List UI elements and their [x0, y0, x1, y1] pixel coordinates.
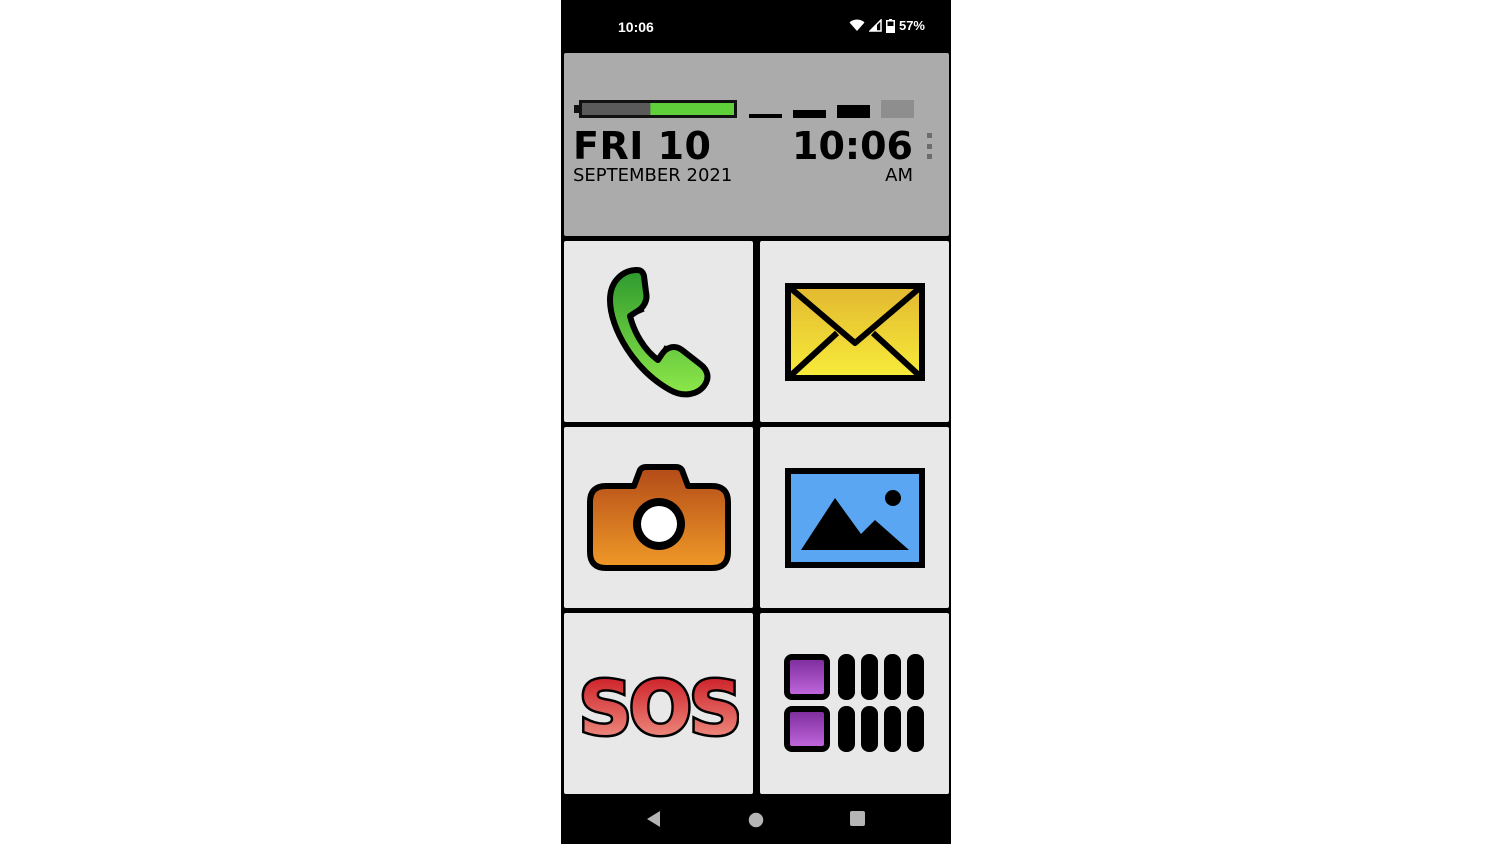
tile-camera[interactable]: [564, 427, 753, 608]
battery-icon: [885, 18, 895, 33]
back-icon[interactable]: [645, 810, 663, 828]
battery-percent: 57%: [898, 18, 925, 33]
status-bar: 10:06 57%: [561, 0, 951, 52]
more-options-icon[interactable]: [925, 133, 933, 159]
clock-time: 10:06: [792, 124, 913, 168]
navigation-bar: [561, 796, 951, 844]
recents-icon[interactable]: [849, 810, 866, 827]
date-month-year: SEPTEMBER 2021: [573, 165, 733, 186]
sos-label: SOS: [579, 666, 739, 752]
envelope-icon: [784, 282, 925, 381]
clock-widget[interactable]: FRI 10 SEPTEMBER 2021 10:06 AM: [564, 53, 949, 236]
wifi-icon: [849, 19, 865, 31]
signal-strength-indicator: [749, 100, 914, 118]
tile-phone[interactable]: [564, 241, 753, 422]
tile-messages[interactable]: [760, 241, 949, 422]
tile-sos[interactable]: SOS: [564, 613, 753, 794]
clock-ampm: AM: [885, 165, 913, 186]
picture-icon: [784, 467, 925, 568]
status-time: 10:06: [618, 19, 654, 35]
date-day: FRI 10: [573, 124, 712, 168]
app-grid: SOS: [564, 241, 949, 794]
sos-icon: SOS: [579, 663, 739, 754]
status-indicators: 57%: [849, 18, 925, 33]
cell-signal-icon: [868, 19, 882, 32]
phone-screen: 10:06 57% FRI 10 SEPTEMBER 2021 10:06 AM…: [561, 0, 951, 844]
phone-icon: [606, 266, 710, 397]
home-icon[interactable]: [746, 810, 766, 830]
tile-apps[interactable]: [760, 613, 949, 794]
battery-level-indicator: [574, 100, 737, 118]
camera-icon: [586, 463, 731, 571]
tile-gallery[interactable]: [760, 427, 949, 608]
apps-grid-icon: [783, 653, 924, 752]
